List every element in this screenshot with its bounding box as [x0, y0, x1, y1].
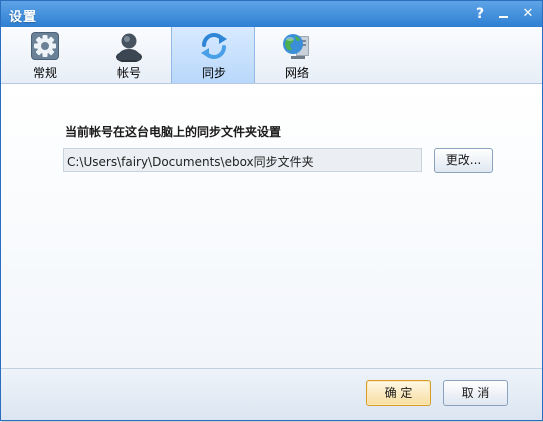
title-bar[interactable]: 设置 ? ✕	[1, 1, 542, 27]
tab-label: 网络	[284, 66, 309, 80]
window-title: 设置	[9, 10, 38, 25]
help-button[interactable]: ?	[471, 5, 489, 23]
sync-folder-path-field: C:\Users\fairy\Documents\ebox同步文件夹	[63, 148, 422, 172]
section-title: 当前帐号在这台电脑上的同步文件夹设置	[65, 125, 282, 139]
settings-tab-bar: 常规 帐号 同步 网络	[1, 27, 542, 84]
tab-label: 常规	[32, 66, 57, 80]
tab-network[interactable]: 网络	[255, 27, 339, 83]
ok-button[interactable]: 确 定	[366, 380, 431, 406]
tab-label: 同步	[201, 66, 226, 80]
tab-label: 帐号	[116, 66, 141, 80]
change-folder-button[interactable]: 更改...	[434, 148, 493, 173]
minimize-icon	[499, 16, 508, 18]
tab-general[interactable]: 常规	[3, 27, 87, 83]
close-button[interactable]: ✕	[519, 5, 537, 23]
sync-settings-panel: 当前帐号在这台电脑上的同步文件夹设置 C:\Users\fairy\Docume…	[1, 84, 542, 368]
dialog-footer: 确 定 取 消	[1, 368, 542, 420]
minimize-button[interactable]	[495, 5, 513, 23]
sync-icon	[201, 33, 227, 59]
tab-account[interactable]: 帐号	[87, 27, 171, 83]
settings-window: 设置 ? ✕ 常规 帐号 同步 网络 当前帐号在这台电脑上的同步文件夹设置 C:…	[0, 0, 543, 421]
gear-icon	[31, 32, 59, 60]
user-icon	[116, 33, 142, 62]
network-globe-icon	[283, 34, 309, 59]
tab-sync[interactable]: 同步	[171, 27, 255, 83]
cancel-button[interactable]: 取 消	[443, 380, 508, 406]
